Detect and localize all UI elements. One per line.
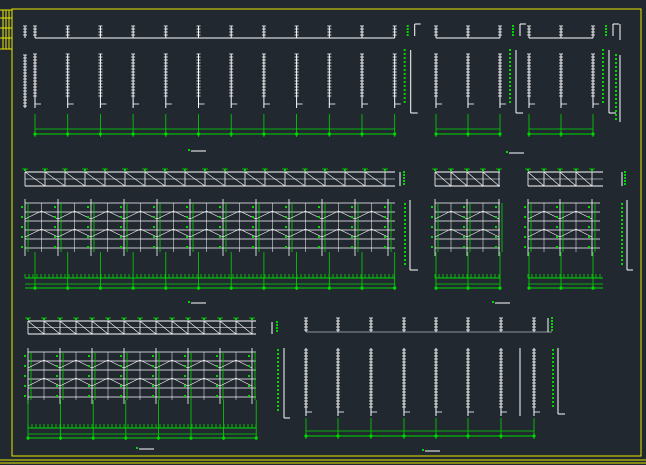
canvas-background <box>0 0 646 465</box>
cad-drawing-canvas[interactable] <box>0 0 646 465</box>
